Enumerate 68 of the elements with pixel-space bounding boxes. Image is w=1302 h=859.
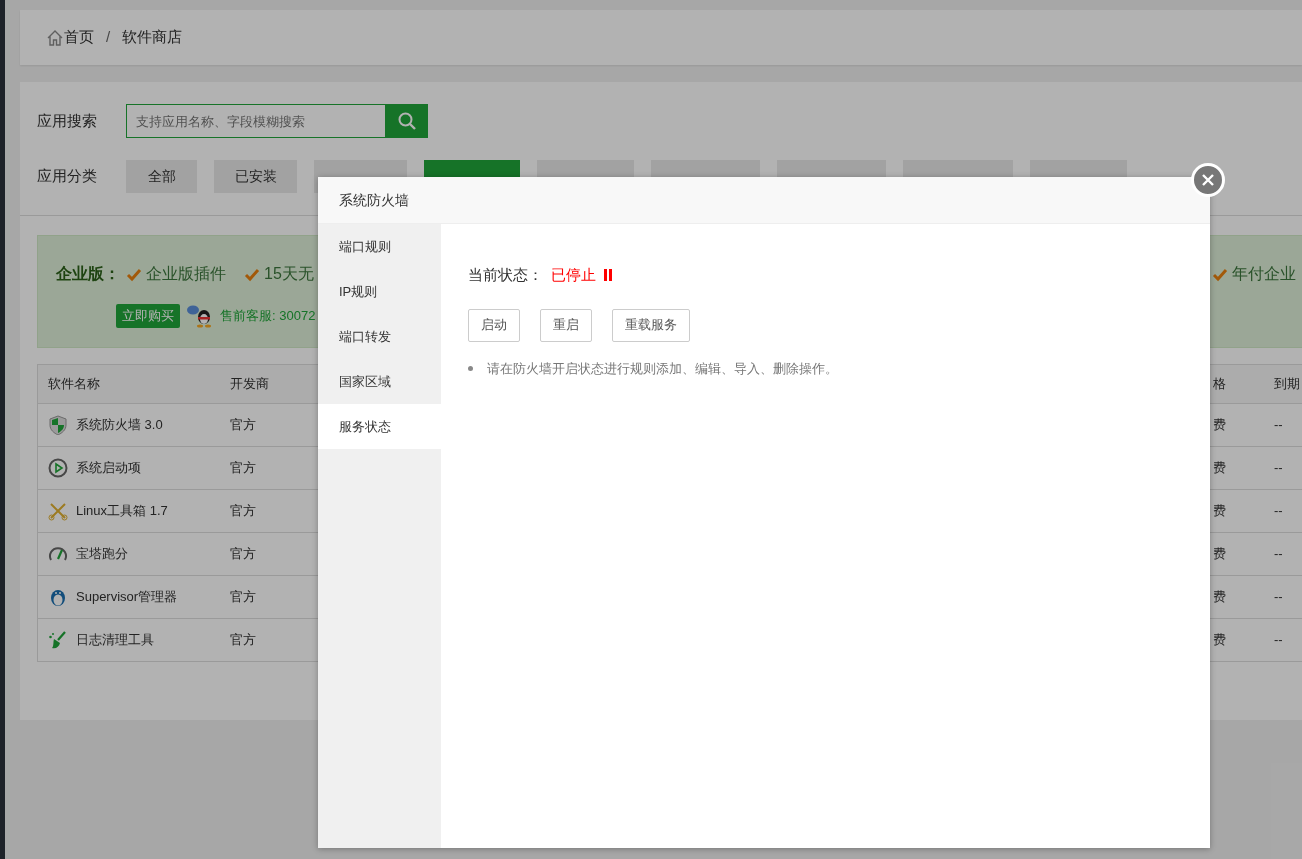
- dialog-button[interactable]: 启动: [468, 308, 520, 342]
- table-cell: --: [1274, 589, 1283, 605]
- home-icon: [46, 29, 64, 46]
- shield-icon: [48, 415, 68, 435]
- table-cell: 费: [1213, 589, 1226, 605]
- close-icon: [1201, 173, 1215, 187]
- check-icon: [1212, 266, 1228, 282]
- category-tab[interactable]: 全部: [126, 160, 197, 193]
- table-cell: --: [1274, 460, 1283, 476]
- table-cell: 官方: [230, 632, 256, 648]
- banner-title: 企业版：: [56, 264, 120, 284]
- penguin-icon: [48, 587, 68, 607]
- software-name: 系统启动项: [76, 459, 141, 478]
- check-icon: [244, 266, 260, 282]
- search-field[interactable]: 支持应用名称、字段模糊搜索: [126, 104, 385, 138]
- column-header: 到期: [1274, 376, 1300, 392]
- table-cell: 费: [1213, 632, 1226, 648]
- table-cell: --: [1274, 417, 1283, 433]
- table-cell: 费: [1213, 503, 1226, 519]
- table-cell: 官方: [230, 503, 256, 519]
- search-icon: [396, 111, 417, 131]
- note-text: 请在防火墙开启状态进行规则添加、编辑、导入、删除操作。: [487, 359, 838, 378]
- table-cell: --: [1274, 546, 1283, 562]
- feature-text: 年付企业: [1232, 264, 1296, 284]
- dialog-button[interactable]: 重载服务: [612, 308, 690, 342]
- category-label: 应用分类: [37, 166, 98, 187]
- table-cell: 费: [1213, 417, 1226, 433]
- search-button[interactable]: [385, 104, 428, 138]
- bullet-icon: [468, 366, 473, 372]
- category-tab[interactable]: 已安装: [214, 160, 297, 193]
- table-cell: --: [1274, 503, 1283, 519]
- sidebar-tab[interactable]: 端口转发: [318, 314, 441, 359]
- software-name: 宝塔跑分: [76, 545, 128, 564]
- service-text: 售前客服: 30072: [220, 307, 316, 326]
- column-header: 开发商: [230, 376, 269, 392]
- table-cell: 官方: [230, 589, 256, 605]
- dialog-button[interactable]: 重启: [540, 308, 592, 342]
- dialog-title: 系统防火墙: [318, 177, 1210, 224]
- play-circle-icon: [48, 458, 68, 478]
- sidebar-tab[interactable]: 端口规则: [318, 224, 441, 269]
- column-header: 格: [1213, 376, 1226, 392]
- software-name: Linux工具箱 1.7: [76, 502, 168, 521]
- sidebar-tab[interactable]: IP规则: [318, 269, 441, 314]
- feature-text: 企业版插件: [146, 264, 226, 284]
- feature-text: 15天无: [264, 264, 314, 284]
- sidebar-tab[interactable]: 国家区域: [318, 359, 441, 404]
- breadcrumb-separator: /: [106, 27, 111, 48]
- table-cell: --: [1274, 632, 1283, 648]
- table-cell: 费: [1213, 460, 1226, 476]
- table-cell: 费: [1213, 546, 1226, 562]
- sidebar-tab[interactable]: 服务状态: [318, 404, 441, 449]
- penguin-chat-icon: [186, 304, 214, 328]
- check-icon: [126, 266, 142, 282]
- software-name: 日志清理工具: [76, 631, 154, 650]
- software-name: 系统防火墙 3.0: [76, 416, 163, 435]
- table-cell: 官方: [230, 546, 256, 562]
- table-cell: 官方: [230, 417, 256, 433]
- broom-icon: [48, 630, 68, 650]
- breadcrumb-current: 软件商店: [122, 27, 183, 48]
- status-label: 当前状态：: [468, 265, 543, 285]
- pause-icon: [603, 268, 613, 283]
- software-name: Supervisor管理器: [76, 588, 178, 607]
- breadcrumb-link[interactable]: 首页: [46, 26, 94, 49]
- column-header: 软件名称: [48, 375, 100, 394]
- status-value: 已停止: [551, 265, 596, 285]
- tools-icon: [48, 501, 68, 521]
- table-cell: 官方: [230, 460, 256, 476]
- search-label: 应用搜索: [37, 110, 98, 131]
